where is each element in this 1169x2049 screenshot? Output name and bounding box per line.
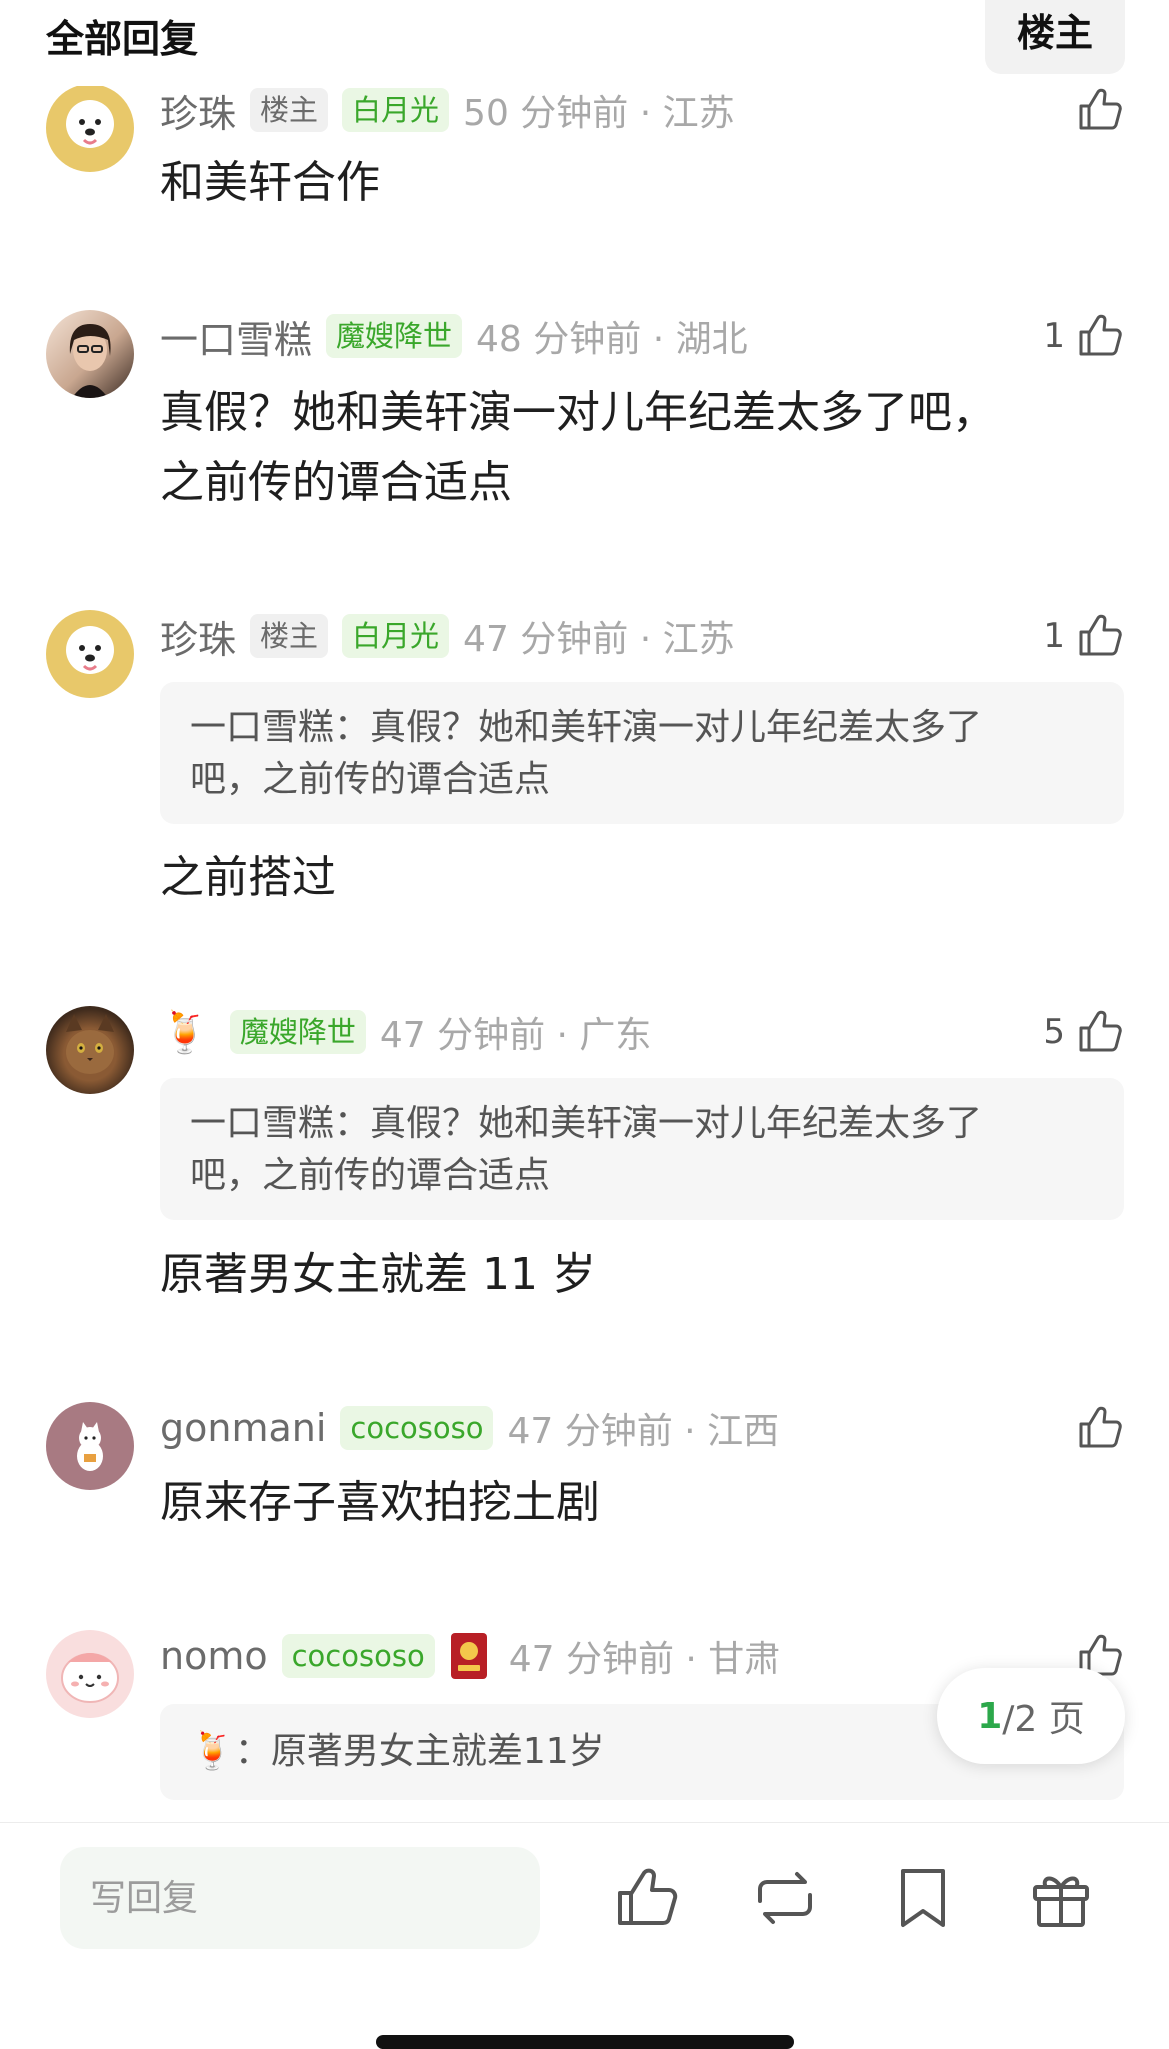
timestamp: 47 分钟前 · 江西 (507, 1411, 780, 1452)
comment-text: 真假？她和美轩演一对儿年纪差太多了吧， 之前传的谭合适点 (160, 378, 996, 518)
thumbs-up-icon (1079, 1010, 1122, 1052)
quoted-reply[interactable]: 一口雪糕：真假？她和美轩演一对儿年纪差太多了 吧，之前传的谭合适点 (160, 682, 1124, 824)
like-count: 5 (1043, 1012, 1065, 1052)
quote-line: 一口雪糕：真假？她和美轩演一对儿年纪差太多了 (190, 1103, 983, 1144)
home-indicator (376, 2035, 794, 2049)
bookmark-icon[interactable] (888, 1863, 958, 1933)
comment-meta: 珍珠 楼主 白月光 50 分钟前 · 江苏 (160, 82, 735, 138)
like-button[interactable]: 5 (1043, 1004, 1125, 1060)
op-badge: 楼主 (250, 614, 329, 658)
comment-text: 原来存子喜欢拍挖土剧 (160, 1477, 600, 1528)
op-badge: 楼主 (250, 88, 329, 132)
like-count: 1 (1043, 616, 1065, 656)
quote-text: 🍹：原著男女主就差11岁 (190, 1731, 605, 1772)
comment-meta: 一口雪糕 魔嫂降世 48 分钟前 · 湖北 (160, 308, 748, 364)
current-page: 1 (977, 1695, 1003, 1737)
username-emoji[interactable]: 🍹 (160, 1009, 210, 1056)
page-title: 全部回复 (46, 17, 199, 61)
user-badge: 魔嫂降世 (326, 314, 463, 358)
comment-text: 原著男女主就差 11 岁 (160, 1249, 596, 1300)
avatar[interactable] (46, 84, 134, 172)
comment-feed: 珍珠 楼主 白月光 50 分钟前 · 江苏 和美轩合作 一口雪糕 魔嫂降世 48… (0, 0, 1169, 1822)
thumbs-up-icon[interactable] (612, 1863, 682, 1933)
user-badge: cocososo (340, 1406, 494, 1450)
comment-text-line: 之前传的谭合适点 (160, 457, 512, 508)
avatar[interactable] (46, 1630, 134, 1718)
thumbs-up-icon (1079, 1406, 1122, 1448)
quote-line: 吧，之前传的谭合适点 (190, 759, 551, 800)
username[interactable]: 一口雪糕 (160, 309, 312, 364)
comment-text: 和美轩合作 (160, 157, 380, 208)
like-button[interactable]: 1 (1043, 608, 1125, 664)
like-button[interactable] (1075, 82, 1125, 138)
comment-meta: 珍珠 楼主 白月光 47 分钟前 · 江苏 (160, 608, 735, 664)
header-bar: 全部回复 楼主 (0, 0, 1169, 86)
like-button[interactable]: 1 (1043, 308, 1125, 364)
username[interactable]: 珍珠 (160, 609, 236, 664)
timestamp: 50 分钟前 · 江苏 (463, 93, 735, 134)
reply-input[interactable] (60, 1847, 540, 1949)
quoted-reply[interactable]: 一口雪糕：真假？她和美轩演一对儿年纪差太多了 吧，之前传的谭合适点 (160, 1078, 1124, 1220)
quote-line: 一口雪糕：真假？她和美轩演一对儿年纪差太多了 (190, 707, 983, 748)
thumbs-up-icon (1079, 314, 1122, 356)
timestamp: 47 分钟前 · 甘肃 (508, 1639, 781, 1680)
avatar[interactable] (46, 610, 134, 698)
total-pages: /2 页 (1002, 1699, 1085, 1740)
thumbs-up-icon (1079, 614, 1122, 656)
user-badge: 白月光 (342, 88, 450, 132)
avatar[interactable] (46, 1402, 134, 1490)
comment-meta: 🍹 魔嫂降世 47 分钟前 · 广东 (160, 1004, 651, 1060)
username[interactable]: nomo (160, 1634, 268, 1678)
medal-icon (449, 1631, 489, 1681)
page-indicator[interactable]: 1 /2 页 (937, 1668, 1125, 1764)
repost-icon[interactable] (750, 1863, 820, 1933)
username[interactable]: gonmani (160, 1406, 326, 1450)
timestamp: 47 分钟前 · 广东 (379, 1015, 652, 1056)
bottom-action-bar (0, 1822, 1169, 2049)
user-badge: 魔嫂降世 (229, 1010, 366, 1054)
thumbs-up-icon (1079, 88, 1122, 130)
avatar[interactable] (46, 310, 134, 398)
like-count: 1 (1043, 316, 1065, 356)
comment-meta: nomo cocososo 47 分钟前 · 甘肃 (160, 1628, 780, 1684)
gift-icon[interactable] (1026, 1863, 1096, 1933)
comment-meta: gonmani cocososo 47 分钟前 · 江西 (160, 1400, 779, 1456)
avatar[interactable] (46, 1006, 134, 1094)
username[interactable]: 珍珠 (160, 83, 236, 138)
user-badge: cocososo (281, 1634, 435, 1678)
comment-text: 之前搭过 (160, 852, 336, 903)
like-button[interactable] (1075, 1400, 1125, 1456)
user-badge: 白月光 (342, 614, 450, 658)
timestamp: 48 分钟前 · 湖北 (476, 319, 748, 360)
quote-line: 吧，之前传的谭合适点 (190, 1155, 551, 1196)
timestamp: 47 分钟前 · 江苏 (463, 619, 735, 660)
comment-text-line: 真假？她和美轩演一对儿年纪差太多了吧， (160, 387, 996, 438)
op-only-filter-button[interactable]: 楼主 (985, 0, 1125, 74)
